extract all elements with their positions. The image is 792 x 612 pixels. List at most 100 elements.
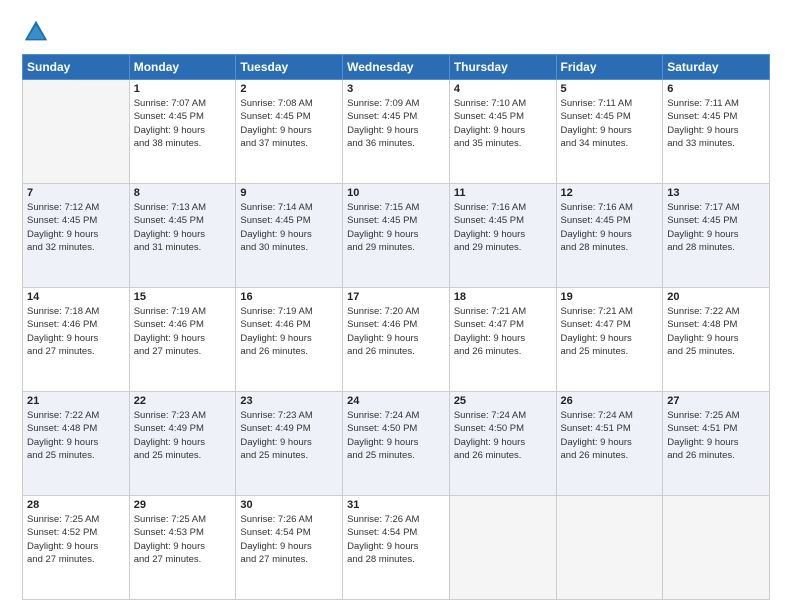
day-info: Sunrise: 7:24 AM Sunset: 4:50 PM Dayligh…	[347, 409, 445, 462]
day-number: 28	[27, 499, 125, 511]
day-info: Sunrise: 7:07 AM Sunset: 4:45 PM Dayligh…	[134, 97, 232, 150]
calendar-cell: 15 Sunrise: 7:19 AM Sunset: 4:46 PM Dayli…	[129, 288, 236, 392]
calendar-week-row: 28 Sunrise: 7:25 AM Sunset: 4:52 PM Dayli…	[23, 496, 770, 600]
day-number: 4	[454, 83, 552, 95]
day-info: Sunrise: 7:20 AM Sunset: 4:46 PM Dayligh…	[347, 305, 445, 358]
calendar-week-row: 1 Sunrise: 7:07 AM Sunset: 4:45 PM Daylig…	[23, 80, 770, 184]
calendar-cell: 30 Sunrise: 7:26 AM Sunset: 4:54 PM Dayli…	[236, 496, 343, 600]
day-number: 6	[667, 83, 765, 95]
calendar-cell: 27 Sunrise: 7:25 AM Sunset: 4:51 PM Dayli…	[663, 392, 770, 496]
col-header-monday: Monday	[129, 55, 236, 80]
calendar-cell: 5 Sunrise: 7:11 AM Sunset: 4:45 PM Daylig…	[556, 80, 663, 184]
day-info: Sunrise: 7:26 AM Sunset: 4:54 PM Dayligh…	[347, 513, 445, 566]
calendar-week-row: 21 Sunrise: 7:22 AM Sunset: 4:48 PM Dayli…	[23, 392, 770, 496]
day-info: Sunrise: 7:10 AM Sunset: 4:45 PM Dayligh…	[454, 97, 552, 150]
day-number: 5	[561, 83, 659, 95]
day-info: Sunrise: 7:21 AM Sunset: 4:47 PM Dayligh…	[561, 305, 659, 358]
day-info: Sunrise: 7:18 AM Sunset: 4:46 PM Dayligh…	[27, 305, 125, 358]
day-info: Sunrise: 7:25 AM Sunset: 4:52 PM Dayligh…	[27, 513, 125, 566]
day-info: Sunrise: 7:22 AM Sunset: 4:48 PM Dayligh…	[27, 409, 125, 462]
day-info: Sunrise: 7:22 AM Sunset: 4:48 PM Dayligh…	[667, 305, 765, 358]
day-info: Sunrise: 7:23 AM Sunset: 4:49 PM Dayligh…	[134, 409, 232, 462]
day-info: Sunrise: 7:26 AM Sunset: 4:54 PM Dayligh…	[240, 513, 338, 566]
calendar-header-row: SundayMondayTuesdayWednesdayThursdayFrid…	[23, 55, 770, 80]
day-info: Sunrise: 7:19 AM Sunset: 4:46 PM Dayligh…	[240, 305, 338, 358]
day-info: Sunrise: 7:23 AM Sunset: 4:49 PM Dayligh…	[240, 409, 338, 462]
day-number: 2	[240, 83, 338, 95]
day-number: 11	[454, 187, 552, 199]
day-info: Sunrise: 7:11 AM Sunset: 4:45 PM Dayligh…	[561, 97, 659, 150]
col-header-tuesday: Tuesday	[236, 55, 343, 80]
day-number: 24	[347, 395, 445, 407]
day-number: 7	[27, 187, 125, 199]
day-number: 29	[134, 499, 232, 511]
calendar-cell: 23 Sunrise: 7:23 AM Sunset: 4:49 PM Dayli…	[236, 392, 343, 496]
day-info: Sunrise: 7:09 AM Sunset: 4:45 PM Dayligh…	[347, 97, 445, 150]
day-info: Sunrise: 7:25 AM Sunset: 4:53 PM Dayligh…	[134, 513, 232, 566]
calendar-cell: 29 Sunrise: 7:25 AM Sunset: 4:53 PM Dayli…	[129, 496, 236, 600]
calendar-cell: 26 Sunrise: 7:24 AM Sunset: 4:51 PM Dayli…	[556, 392, 663, 496]
calendar-cell: 22 Sunrise: 7:23 AM Sunset: 4:49 PM Dayli…	[129, 392, 236, 496]
day-number: 21	[27, 395, 125, 407]
calendar-cell: 31 Sunrise: 7:26 AM Sunset: 4:54 PM Dayli…	[343, 496, 450, 600]
day-info: Sunrise: 7:14 AM Sunset: 4:45 PM Dayligh…	[240, 201, 338, 254]
calendar-cell: 12Sunrise: 7:16 AM Sunset: 4:45 PM Dayli…	[556, 184, 663, 288]
day-number: 14	[27, 291, 125, 303]
day-info: Sunrise: 7:08 AM Sunset: 4:45 PM Dayligh…	[240, 97, 338, 150]
day-info: Sunrise: 7:19 AM Sunset: 4:46 PM Dayligh…	[134, 305, 232, 358]
day-number: 30	[240, 499, 338, 511]
calendar-cell: 2 Sunrise: 7:08 AM Sunset: 4:45 PM Daylig…	[236, 80, 343, 184]
calendar-cell: 19Sunrise: 7:21 AM Sunset: 4:47 PM Dayli…	[556, 288, 663, 392]
col-header-friday: Friday	[556, 55, 663, 80]
calendar-cell: 14 Sunrise: 7:18 AM Sunset: 4:46 PM Dayli…	[23, 288, 130, 392]
day-info: Sunrise: 7:16 AM Sunset: 4:45 PM Dayligh…	[454, 201, 552, 254]
day-number: 20	[667, 291, 765, 303]
day-number: 3	[347, 83, 445, 95]
calendar-cell: 17 Sunrise: 7:20 AM Sunset: 4:46 PM Dayli…	[343, 288, 450, 392]
day-info: Sunrise: 7:24 AM Sunset: 4:50 PM Dayligh…	[454, 409, 552, 462]
day-number: 31	[347, 499, 445, 511]
day-number: 15	[134, 291, 232, 303]
day-number: 27	[667, 395, 765, 407]
calendar-cell: 6 Sunrise: 7:11 AM Sunset: 4:45 PM Daylig…	[663, 80, 770, 184]
calendar-week-row: 7 Sunrise: 7:12 AM Sunset: 4:45 PM Daylig…	[23, 184, 770, 288]
calendar-cell: 25 Sunrise: 7:24 AM Sunset: 4:50 PM Dayli…	[449, 392, 556, 496]
calendar-cell	[663, 496, 770, 600]
day-info: Sunrise: 7:11 AM Sunset: 4:45 PM Dayligh…	[667, 97, 765, 150]
calendar-cell: 1 Sunrise: 7:07 AM Sunset: 4:45 PM Daylig…	[129, 80, 236, 184]
calendar-cell: 8Sunrise: 7:13 AM Sunset: 4:45 PM Daylig…	[129, 184, 236, 288]
day-info: Sunrise: 7:21 AM Sunset: 4:47 PM Dayligh…	[454, 305, 552, 358]
day-info: Sunrise: 7:13 AM Sunset: 4:45 PM Dayligh…	[134, 201, 232, 254]
calendar-cell	[556, 496, 663, 600]
col-header-sunday: Sunday	[23, 55, 130, 80]
header	[22, 18, 770, 46]
calendar-cell: 13 Sunrise: 7:17 AM Sunset: 4:45 PM Dayli…	[663, 184, 770, 288]
day-info: Sunrise: 7:25 AM Sunset: 4:51 PM Dayligh…	[667, 409, 765, 462]
day-number: 12	[561, 187, 659, 199]
day-info: Sunrise: 7:17 AM Sunset: 4:45 PM Dayligh…	[667, 201, 765, 254]
day-number: 23	[240, 395, 338, 407]
day-number: 9	[240, 187, 338, 199]
calendar-cell: 20 Sunrise: 7:22 AM Sunset: 4:48 PM Dayli…	[663, 288, 770, 392]
day-info: Sunrise: 7:24 AM Sunset: 4:51 PM Dayligh…	[561, 409, 659, 462]
day-number: 17	[347, 291, 445, 303]
day-number: 22	[134, 395, 232, 407]
calendar-cell	[23, 80, 130, 184]
day-info: Sunrise: 7:12 AM Sunset: 4:45 PM Dayligh…	[27, 201, 125, 254]
calendar-cell: 18Sunrise: 7:21 AM Sunset: 4:47 PM Dayli…	[449, 288, 556, 392]
day-number: 10	[347, 187, 445, 199]
calendar-cell: 7 Sunrise: 7:12 AM Sunset: 4:45 PM Daylig…	[23, 184, 130, 288]
calendar-cell: 3 Sunrise: 7:09 AM Sunset: 4:45 PM Daylig…	[343, 80, 450, 184]
calendar-cell: 16Sunrise: 7:19 AM Sunset: 4:46 PM Dayli…	[236, 288, 343, 392]
day-number: 13	[667, 187, 765, 199]
calendar-cell: 4 Sunrise: 7:10 AM Sunset: 4:45 PM Daylig…	[449, 80, 556, 184]
calendar-cell: 11 Sunrise: 7:16 AM Sunset: 4:45 PM Dayli…	[449, 184, 556, 288]
calendar-cell: 24 Sunrise: 7:24 AM Sunset: 4:50 PM Dayli…	[343, 392, 450, 496]
day-number: 26	[561, 395, 659, 407]
day-number: 25	[454, 395, 552, 407]
day-number: 1	[134, 83, 232, 95]
calendar-table: SundayMondayTuesdayWednesdayThursdayFrid…	[22, 54, 770, 600]
calendar-cell: 28 Sunrise: 7:25 AM Sunset: 4:52 PM Dayli…	[23, 496, 130, 600]
col-header-saturday: Saturday	[663, 55, 770, 80]
day-info: Sunrise: 7:15 AM Sunset: 4:45 PM Dayligh…	[347, 201, 445, 254]
